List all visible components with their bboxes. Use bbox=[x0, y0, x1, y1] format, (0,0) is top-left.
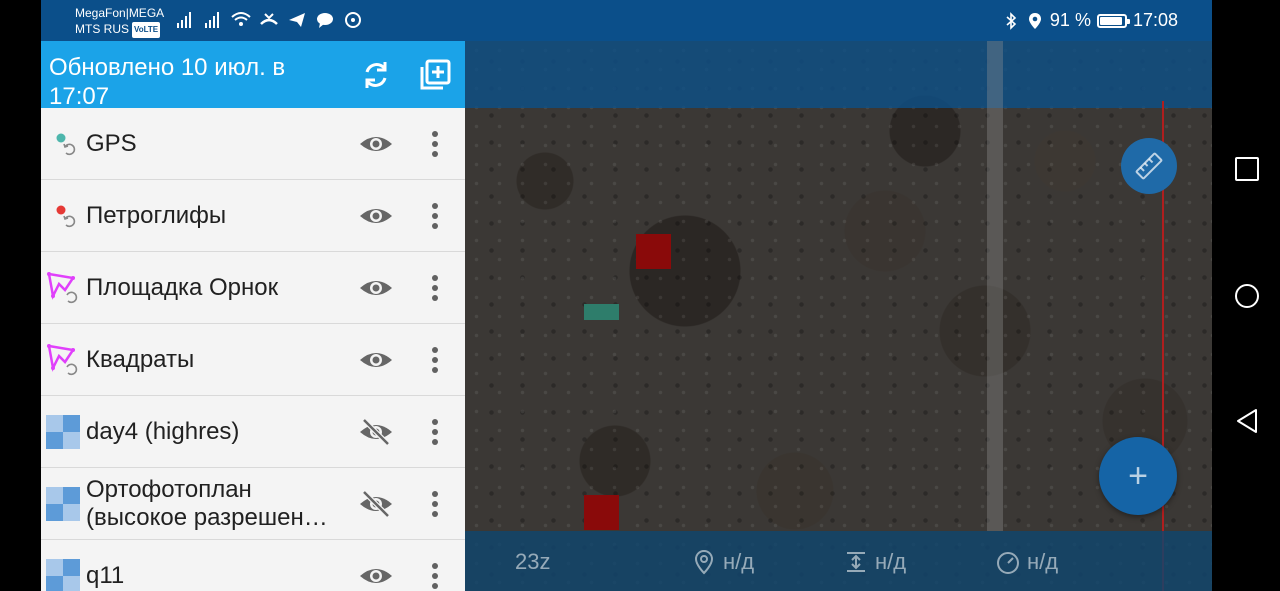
map-top-band bbox=[465, 41, 1212, 108]
more-options-icon[interactable] bbox=[421, 488, 449, 520]
back-button[interactable] bbox=[1234, 408, 1260, 434]
signal-icon bbox=[205, 12, 219, 28]
polygon-layer-icon bbox=[45, 270, 81, 306]
layer-row[interactable]: Квадраты bbox=[41, 324, 465, 396]
battery-percent: 91 % bbox=[1049, 10, 1091, 30]
carrier-line-1: MegaFon|MEGA bbox=[75, 6, 165, 20]
clock: 17:08 bbox=[1132, 10, 1178, 30]
point-layer-icon bbox=[45, 198, 81, 234]
more-options-icon[interactable] bbox=[421, 560, 449, 591]
battery-icon bbox=[1096, 13, 1130, 28]
polygon-layer-icon bbox=[45, 342, 81, 378]
coords-value: н/д bbox=[723, 549, 755, 574]
plus-icon: + bbox=[1128, 456, 1148, 495]
message-icon bbox=[317, 13, 333, 28]
battery-fill bbox=[1099, 16, 1122, 25]
raster-layer-icon bbox=[45, 486, 81, 522]
coords-indicator: н/д bbox=[691, 549, 754, 575]
map-gps-feature[interactable] bbox=[584, 304, 619, 320]
panel-header: Обновлено 10 июл. в 17:07 bbox=[41, 41, 465, 108]
layer-row[interactable]: Ортофотоплан (высокое разрешен… bbox=[41, 468, 465, 540]
carrier-line-2: MTS RUS bbox=[75, 22, 129, 36]
missed-call-icon bbox=[260, 13, 278, 25]
speedometer-icon bbox=[997, 552, 1019, 574]
speed-value: н/д bbox=[1027, 549, 1059, 574]
zoom-indicator: 23z bbox=[515, 549, 550, 575]
status-right: 91 % 17:08 bbox=[1002, 10, 1178, 31]
layer-row[interactable]: Площадка Орнок bbox=[41, 252, 465, 324]
more-options-icon[interactable] bbox=[421, 200, 449, 232]
altitude-icon bbox=[847, 552, 865, 572]
visibility-on-icon[interactable] bbox=[358, 128, 394, 160]
volte-badge: VoLTE bbox=[132, 22, 161, 38]
status-icons bbox=[175, 10, 363, 30]
raster-layer-icon bbox=[45, 414, 81, 450]
layer-list: GPS Петроглифы Площадка Орнок Квадраты day4 … bbox=[41, 108, 465, 591]
location-pin-icon bbox=[694, 549, 714, 575]
sync-status-title: Обновлено 10 июл. в 17:07 bbox=[49, 54, 286, 105]
zoom-level: 23z bbox=[515, 549, 551, 574]
visibility-on-icon[interactable] bbox=[358, 272, 394, 304]
layer-name: Ортофотоплан (высокое разрешен… bbox=[86, 476, 328, 531]
visibility-on-icon[interactable] bbox=[358, 200, 394, 232]
ruler-button[interactable] bbox=[1121, 138, 1177, 194]
location-icon bbox=[1028, 12, 1041, 29]
signal-icon bbox=[177, 12, 191, 28]
layer-name: Петроглифы bbox=[86, 202, 227, 229]
recents-button[interactable] bbox=[1234, 156, 1260, 182]
wifi-icon bbox=[231, 12, 251, 26]
layer-row[interactable]: q11 bbox=[41, 540, 465, 591]
map-feature-square[interactable] bbox=[636, 234, 671, 269]
add-feature-fab[interactable]: + bbox=[1099, 437, 1177, 515]
add-layer-button[interactable] bbox=[417, 57, 453, 93]
map-feature-square[interactable] bbox=[584, 495, 619, 530]
add-layer-icon bbox=[420, 59, 451, 90]
layer-row[interactable]: Петроглифы bbox=[41, 180, 465, 252]
more-options-icon[interactable] bbox=[421, 272, 449, 304]
system-nav-bar bbox=[1212, 0, 1280, 591]
telegram-icon bbox=[289, 13, 305, 27]
more-options-icon[interactable] bbox=[421, 128, 449, 160]
refresh-icon bbox=[365, 62, 387, 88]
hotspot-icon bbox=[345, 12, 361, 28]
map-path-feature bbox=[987, 41, 1003, 531]
app-screen: MegaFon|MEGA MTS RUS VoLTE 91 % 17:08 + … bbox=[41, 0, 1212, 591]
layer-name: GPS bbox=[86, 130, 137, 157]
more-options-icon[interactable] bbox=[421, 344, 449, 376]
altitude-indicator: н/д bbox=[843, 549, 906, 575]
point-layer-icon bbox=[45, 126, 81, 162]
visibility-off-icon[interactable] bbox=[358, 488, 394, 520]
layers-panel: Обновлено 10 июл. в 17:07 GPS Петроглифы П… bbox=[41, 41, 465, 591]
layer-row[interactable]: GPS bbox=[41, 108, 465, 180]
visibility-off-icon[interactable] bbox=[358, 416, 394, 448]
ruler-icon bbox=[1135, 152, 1163, 180]
refresh-button[interactable] bbox=[358, 57, 394, 93]
bluetooth-icon bbox=[1006, 11, 1017, 30]
altitude-value: н/д bbox=[875, 549, 907, 574]
layer-name: Площадка Орнок bbox=[86, 274, 279, 301]
visibility-on-icon[interactable] bbox=[358, 344, 394, 376]
visibility-on-icon[interactable] bbox=[358, 560, 394, 591]
home-button[interactable] bbox=[1234, 283, 1260, 309]
layer-name: day4 (highres) bbox=[86, 418, 240, 445]
raster-layer-icon bbox=[45, 558, 81, 591]
map-imagery bbox=[465, 41, 1212, 591]
map-status-bar: 23z н/д н/д н/д bbox=[465, 531, 1212, 591]
speed-indicator: н/д bbox=[995, 549, 1058, 575]
map-view[interactable]: + 23z н/д н/д н/д bbox=[465, 41, 1212, 591]
status-bar: MegaFon|MEGA MTS RUS VoLTE 91 % 17:08 bbox=[41, 0, 1212, 41]
layer-row[interactable]: day4 (highres) bbox=[41, 396, 465, 468]
more-options-icon[interactable] bbox=[421, 416, 449, 448]
carrier-info: MegaFon|MEGA MTS RUS VoLTE bbox=[75, 5, 164, 38]
layer-name: Квадраты bbox=[86, 346, 195, 373]
layer-name: q11 bbox=[86, 562, 125, 589]
